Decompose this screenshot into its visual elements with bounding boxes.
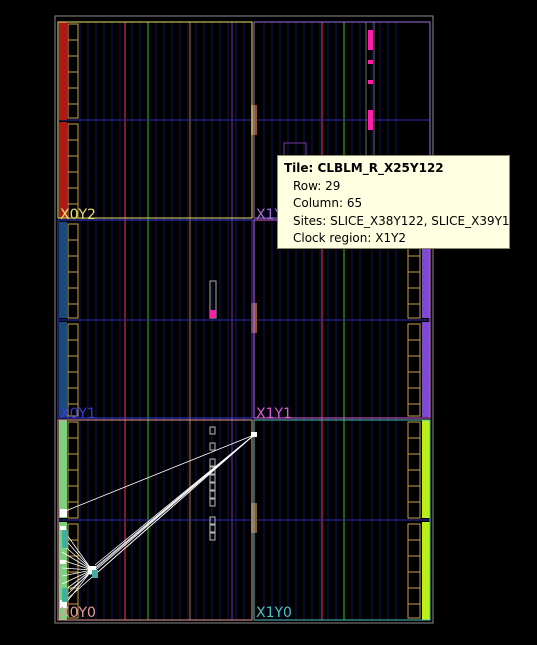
region-label-X1Y0: X1Y0	[256, 605, 292, 621]
region-label-X0Y0: X0Y0	[60, 605, 96, 621]
tooltip-title: Tile: CLBLM_R_X25Y122	[284, 161, 444, 175]
tooltip-clock-region: Clock region: X1Y2	[293, 231, 407, 245]
tooltip-sites: Sites: SLICE_X38Y122, SLICE_X39Y122	[293, 213, 525, 228]
region-label-X0Y2: X0Y2	[60, 207, 96, 223]
device-view[interactable]: X0Y2 X1Y2 X0Y1 X1Y1 X0Y0 X1Y0	[0, 0, 537, 645]
tooltip-column: Column: 65	[293, 196, 363, 210]
right-io-column	[422, 222, 430, 620]
region-label-X1Y1: X1Y1	[256, 406, 292, 422]
tile-tooltip: Tile: CLBLM_R_X25Y122 Row: 29 Column: 65…	[277, 155, 525, 249]
region-label-X0Y1: X0Y1	[60, 406, 96, 422]
tooltip-row: Row: 29	[293, 178, 341, 193]
